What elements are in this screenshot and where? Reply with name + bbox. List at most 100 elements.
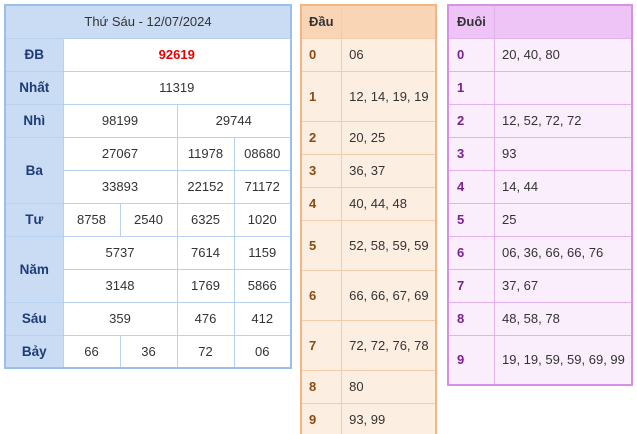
prize-value: 476 — [176, 301, 235, 336]
tails-row: 3 93 — [447, 136, 633, 171]
row-sixth-prize: Sáu 359 476 412 — [4, 301, 292, 336]
row-fourth-prize: Tư 8758 2540 6325 1020 — [4, 202, 292, 237]
tails-row: 4 14, 44 — [447, 169, 633, 204]
head-digit: 5 — [300, 219, 343, 271]
head-digit: 3 — [300, 153, 343, 188]
heads-header: Đầu — [300, 4, 343, 39]
tail-digit: 8 — [447, 301, 495, 336]
prize-value: 33893 — [62, 169, 178, 204]
results-table: Thứ Sáu - 12/07/2024 ĐB 92619 Nhất 11319… — [4, 4, 293, 369]
head-values: 20, 25 — [341, 120, 437, 155]
prize-label-bay: Bảy — [4, 334, 64, 369]
head-values: 06 — [341, 37, 437, 72]
prize-value: 3148 — [62, 268, 178, 303]
heads-row: 7 72, 72, 76, 78 — [300, 319, 437, 371]
head-values: 93, 99 — [341, 402, 437, 434]
row-special-prize: ĐB 92619 — [4, 37, 292, 72]
tails-row: 1 — [447, 70, 633, 105]
heads-row: 2 20, 25 — [300, 120, 437, 155]
prize-value: 72 — [176, 334, 235, 369]
head-values: 36, 37 — [341, 153, 437, 188]
prize-value: 66 — [62, 334, 121, 369]
tail-values: 48, 58, 78 — [494, 301, 633, 336]
prize-value: 29744 — [176, 103, 292, 138]
tail-values: 20, 40, 80 — [494, 37, 633, 72]
prize-label-nhi: Nhì — [4, 103, 64, 138]
tail-values: 12, 52, 72, 72 — [494, 103, 633, 138]
tails-row: 8 48, 58, 78 — [447, 301, 633, 336]
prize-value: 5866 — [233, 268, 292, 303]
prize-value: 1769 — [176, 268, 235, 303]
heads-row: 6 66, 66, 67, 69 — [300, 269, 437, 321]
prize-value: 92619 — [62, 37, 292, 72]
prize-value: 36 — [119, 334, 178, 369]
prize-value: 412 — [233, 301, 292, 336]
tail-values: 14, 44 — [494, 169, 633, 204]
head-digit: 4 — [300, 186, 343, 221]
row-seventh-prize: Bảy 66 36 72 06 — [4, 334, 292, 369]
heads-row: 9 93, 99 — [300, 402, 437, 434]
prize-value: 27067 — [62, 136, 178, 171]
head-digit: 0 — [300, 37, 343, 72]
tails-row: 6 06, 36, 66, 66, 76 — [447, 235, 633, 270]
prize-label-ba: Ba — [4, 136, 64, 204]
prize-label-db: ĐB — [4, 37, 64, 72]
tail-values — [494, 70, 633, 105]
tails-row: 9 19, 19, 59, 59, 69, 99 — [447, 334, 633, 386]
row-first-prize: Nhất 11319 — [4, 70, 292, 105]
tail-digit: 0 — [447, 37, 495, 72]
heads-row: 3 36, 37 — [300, 153, 437, 188]
prize-value: 06 — [233, 334, 292, 369]
head-values: 72, 72, 76, 78 — [341, 319, 437, 371]
heads-row: 4 40, 44, 48 — [300, 186, 437, 221]
tails-row: 0 20, 40, 80 — [447, 37, 633, 72]
heads-row: 5 52, 58, 59, 59 — [300, 219, 437, 271]
tail-digit: 7 — [447, 268, 495, 303]
prize-value: 7614 — [176, 235, 235, 270]
tail-values: 93 — [494, 136, 633, 171]
prize-value: 6325 — [176, 202, 235, 237]
heads-table: Đầu 0 06 1 12, 14, 19, 19 2 20, 25 3 36,… — [300, 4, 437, 434]
prize-value: 98199 — [62, 103, 178, 138]
prize-value: 1159 — [233, 235, 292, 270]
prize-value: 22152 — [176, 169, 235, 204]
head-digit: 7 — [300, 319, 343, 371]
tails-row: 2 12, 52, 72, 72 — [447, 103, 633, 138]
prize-label-sau: Sáu — [4, 301, 64, 336]
head-digit: 6 — [300, 269, 343, 321]
head-values: 80 — [341, 369, 437, 404]
head-values: 40, 44, 48 — [341, 186, 437, 221]
tails-header: Đuôi — [447, 4, 495, 39]
head-digit: 8 — [300, 369, 343, 404]
tail-values: 19, 19, 59, 59, 69, 99 — [494, 334, 633, 386]
prize-label-nam: Năm — [4, 235, 64, 303]
tail-values: 25 — [494, 202, 633, 237]
head-values: 12, 14, 19, 19 — [341, 70, 437, 122]
head-digit: 9 — [300, 402, 343, 434]
tail-digit: 9 — [447, 334, 495, 386]
tails-table: Đuôi 0 20, 40, 80 1 2 12, 52, 72, 72 3 9… — [447, 4, 633, 386]
prize-value: 1020 — [233, 202, 292, 237]
prize-value: 5737 — [62, 235, 178, 270]
heads-row: 0 06 — [300, 37, 437, 72]
tail-digit: 4 — [447, 169, 495, 204]
prize-value: 2540 — [119, 202, 178, 237]
tail-digit: 3 — [447, 136, 495, 171]
head-digit: 2 — [300, 120, 343, 155]
tail-values: 37, 67 — [494, 268, 633, 303]
prize-value: 71172 — [233, 169, 292, 204]
prize-value: 11978 — [176, 136, 235, 171]
prize-value: 359 — [62, 301, 178, 336]
tail-digit: 2 — [447, 103, 495, 138]
results-date-header: Thứ Sáu - 12/07/2024 — [4, 4, 292, 39]
tail-digit: 5 — [447, 202, 495, 237]
tails-row: 5 25 — [447, 202, 633, 237]
tail-digit: 1 — [447, 70, 495, 105]
tails-row: 7 37, 67 — [447, 268, 633, 303]
heads-row: 8 80 — [300, 369, 437, 404]
prize-label-nhat: Nhất — [4, 70, 64, 105]
prize-label-tu: Tư — [4, 202, 64, 237]
heads-row: 1 12, 14, 19, 19 — [300, 70, 437, 122]
head-values: 66, 66, 67, 69 — [341, 269, 437, 321]
tail-digit: 6 — [447, 235, 495, 270]
